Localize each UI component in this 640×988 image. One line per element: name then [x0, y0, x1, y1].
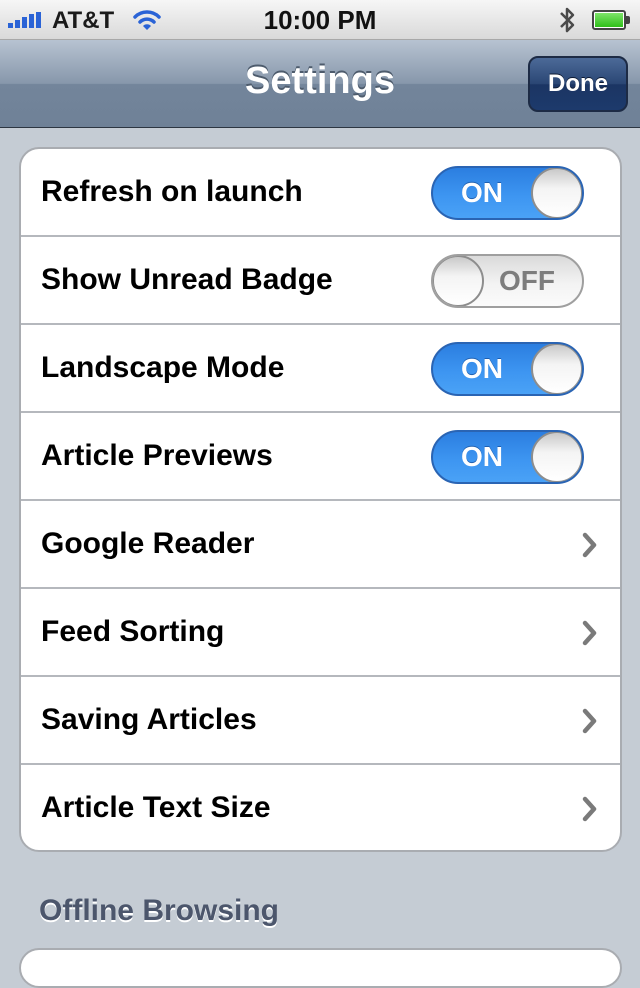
toggle-knob [531, 344, 582, 394]
row-label: Landscape Mode [41, 351, 285, 384]
chevron-right-icon [582, 796, 597, 822]
settings-row-article-text-size[interactable]: Article Text Size [21, 765, 620, 850]
show-unread-badge-toggle[interactable]: OFF [431, 254, 584, 308]
done-button[interactable]: Done [528, 56, 628, 112]
chevron-right-icon [582, 708, 597, 734]
settings-row-landscape-mode: Landscape Mode ON [21, 325, 620, 413]
row-label: Show Unread Badge [41, 263, 333, 296]
toggle-state-label: ON [461, 353, 503, 384]
refresh-on-launch-toggle[interactable]: ON [431, 166, 584, 220]
settings-row-feed-sorting[interactable]: Feed Sorting [21, 589, 620, 677]
row-label: Google Reader [41, 527, 255, 560]
chevron-right-icon [582, 620, 597, 646]
settings-row-show-unread-badge: Show Unread Badge OFF [21, 237, 620, 325]
row-label: Refresh on launch [41, 175, 303, 208]
settings-row-refresh-on-launch: Refresh on launch ON [21, 149, 620, 237]
status-bar: AT&T 10:00 PM [0, 0, 640, 40]
row-label: Article Text Size [41, 791, 271, 824]
navigation-bar: Settings Done [0, 40, 640, 128]
bluetooth-icon [560, 7, 575, 33]
toggle-state-label: ON [461, 441, 503, 472]
toggle-knob [531, 432, 582, 482]
row-label: Article Previews [41, 439, 273, 472]
toggle-state-label: ON [461, 177, 503, 208]
toggle-knob [531, 168, 582, 218]
chevron-right-icon [582, 532, 597, 558]
offline-browsing-group [19, 948, 622, 988]
settings-row-article-previews: Article Previews ON [21, 413, 620, 501]
article-previews-toggle[interactable]: ON [431, 430, 584, 484]
toggle-state-label: OFF [499, 265, 555, 296]
landscape-mode-toggle[interactable]: ON [431, 342, 584, 396]
row-label: Feed Sorting [41, 615, 225, 648]
clock: 10:00 PM [263, 5, 377, 35]
row-label: Saving Articles [41, 703, 257, 736]
settings-row-saving-articles[interactable]: Saving Articles [21, 677, 620, 765]
settings-group: Refresh on launch ON Show Unread Badge OFF L… [19, 147, 622, 852]
settings-row-google-reader[interactable]: Google Reader [21, 501, 620, 589]
section-header-offline-browsing: Offline Browsing [39, 894, 279, 927]
toggle-knob [433, 256, 484, 306]
battery-icon [592, 10, 630, 30]
